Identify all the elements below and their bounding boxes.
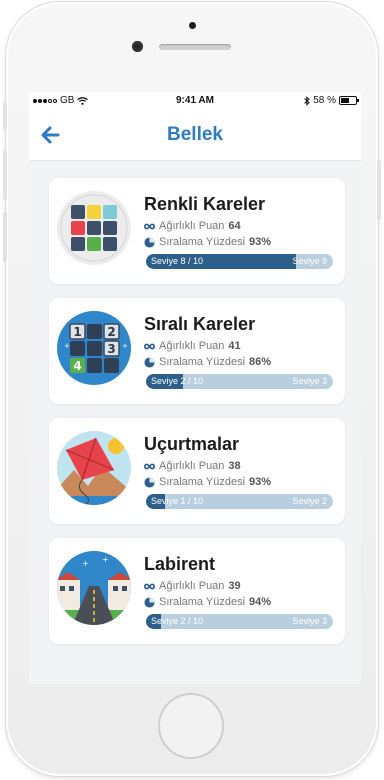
mute-switch <box>3 102 7 130</box>
pie-chart-icon <box>144 356 155 368</box>
volume-up-button <box>3 150 7 200</box>
percentile-label: Sıralama Yüzdesi <box>159 236 246 248</box>
svg-text:4: 4 <box>73 359 81 373</box>
svg-text:2: 2 <box>107 325 115 339</box>
game-title: Labirent <box>144 554 216 574</box>
game-title: Renkli Kareler <box>144 194 266 214</box>
points-label: Ağırlıklı Puan <box>159 220 225 232</box>
points-label: Ağırlıklı Puan <box>159 580 225 592</box>
battery-percent: 58 % <box>313 95 336 106</box>
percentile-label: Sıralama Yüzdesi <box>159 596 246 608</box>
battery-icon <box>339 96 359 105</box>
game-card-renkli-kareler[interactable]: Renkli Kareler Ağırlıklı Puan 64 Sıralam… <box>49 178 345 284</box>
navigation-bar: Bellek <box>29 110 361 161</box>
proximity-sensor <box>189 22 196 29</box>
maze-road-icon: + + <box>57 551 131 625</box>
svg-text:+: + <box>82 559 89 568</box>
pie-chart-icon <box>144 236 155 248</box>
percentile-label: Sıralama Yüzdesi <box>159 476 246 488</box>
svg-text:+: + <box>102 555 109 564</box>
volume-down-button <box>3 212 7 262</box>
phone-frame: GB 9:41 AM 58 % Bellek Renkli Kareler Ağ… <box>0 0 384 780</box>
current-level-label: Seviye 8 / 10 <box>151 256 204 266</box>
weighted-points-row: Ağırlıklı Puan 38 <box>144 460 241 472</box>
pie-chart-icon <box>144 476 155 488</box>
percentile-label: Sıralama Yüzdesi <box>159 356 246 368</box>
current-level-label: Seviye 1 / 10 <box>151 496 204 506</box>
percentile-value: 93% <box>249 236 272 248</box>
percentile-value: 93% <box>249 476 272 488</box>
points-label: Ağırlıklı Puan <box>159 460 225 472</box>
next-level-label: Seviye 3 <box>292 376 327 386</box>
app-screen: GB 9:41 AM 58 % Bellek Renkli Kareler Ağ… <box>29 92 361 684</box>
current-level-label: Seviye 2 / 10 <box>151 616 204 626</box>
weighted-points-row: Ağırlıklı Puan 39 <box>144 580 241 592</box>
bluetooth-icon <box>304 95 310 106</box>
points-value: 41 <box>228 340 241 352</box>
level-progress-bar: Seviye 2 / 10 Seviye 3 <box>146 614 333 629</box>
game-card-ucurtmalar[interactable]: Uçurtmalar Ağırlıklı Puan 38 Sıralama Yü… <box>49 418 345 524</box>
next-level-label: Seviye 9 <box>292 256 327 266</box>
game-title: Sıralı Kareler <box>144 314 256 334</box>
points-label: Ağırlıklı Puan <box>159 340 225 352</box>
kite-icon <box>57 431 131 505</box>
game-card-sirali-kareler[interactable]: 1 2 3 4 + + Sıralı Kareler Ağırlıklı Pua… <box>49 298 345 404</box>
earpiece-speaker <box>159 44 231 50</box>
points-value: 64 <box>228 220 241 232</box>
percentile-row: Sıralama Yüzdesi 93% <box>144 236 271 248</box>
power-button <box>377 160 381 220</box>
page-title: Bellek <box>167 124 223 145</box>
percentile-row: Sıralama Yüzdesi 94% <box>144 596 271 608</box>
infinity-icon <box>144 583 155 589</box>
weighted-points-row: Ağırlıklı Puan 41 <box>144 340 241 352</box>
next-level-label: Seviye 2 <box>292 496 327 506</box>
percentile-value: 94% <box>249 596 272 608</box>
infinity-icon <box>144 463 155 469</box>
game-card-labirent[interactable]: + + Labirent Ağırlıklı Puan 39 Sıralama … <box>49 538 345 644</box>
infinity-icon <box>144 223 155 229</box>
level-progress-bar: Seviye 1 / 10 Seviye 2 <box>146 494 333 509</box>
status-bar: GB 9:41 AM 58 % <box>29 92 361 110</box>
svg-text:1: 1 <box>73 325 81 339</box>
weighted-points-row: Ağırlıklı Puan 64 <box>144 220 241 232</box>
points-value: 39 <box>228 580 241 592</box>
pie-chart-icon <box>144 596 155 608</box>
svg-text:+: + <box>122 342 128 350</box>
next-level-label: Seviye 3 <box>292 616 327 626</box>
game-title: Uçurtmalar <box>144 434 240 454</box>
numbered-squares-icon: 1 2 3 4 + + <box>57 311 131 385</box>
infinity-icon <box>144 343 155 349</box>
color-squares-icon <box>57 191 131 265</box>
front-camera <box>132 41 143 52</box>
svg-text:+: + <box>64 342 70 350</box>
home-button[interactable] <box>158 693 224 759</box>
percentile-row: Sıralama Yüzdesi 86% <box>144 356 271 368</box>
percentile-row: Sıralama Yüzdesi 93% <box>144 476 271 488</box>
current-level-label: Seviye 2 / 10 <box>151 376 204 386</box>
level-progress-bar: Seviye 2 / 10 Seviye 3 <box>146 374 333 389</box>
level-progress-bar: Seviye 8 / 10 Seviye 9 <box>146 254 333 269</box>
percentile-value: 86% <box>249 356 272 368</box>
svg-text:3: 3 <box>107 342 115 356</box>
points-value: 38 <box>228 460 241 472</box>
status-right: 58 % <box>304 95 359 106</box>
